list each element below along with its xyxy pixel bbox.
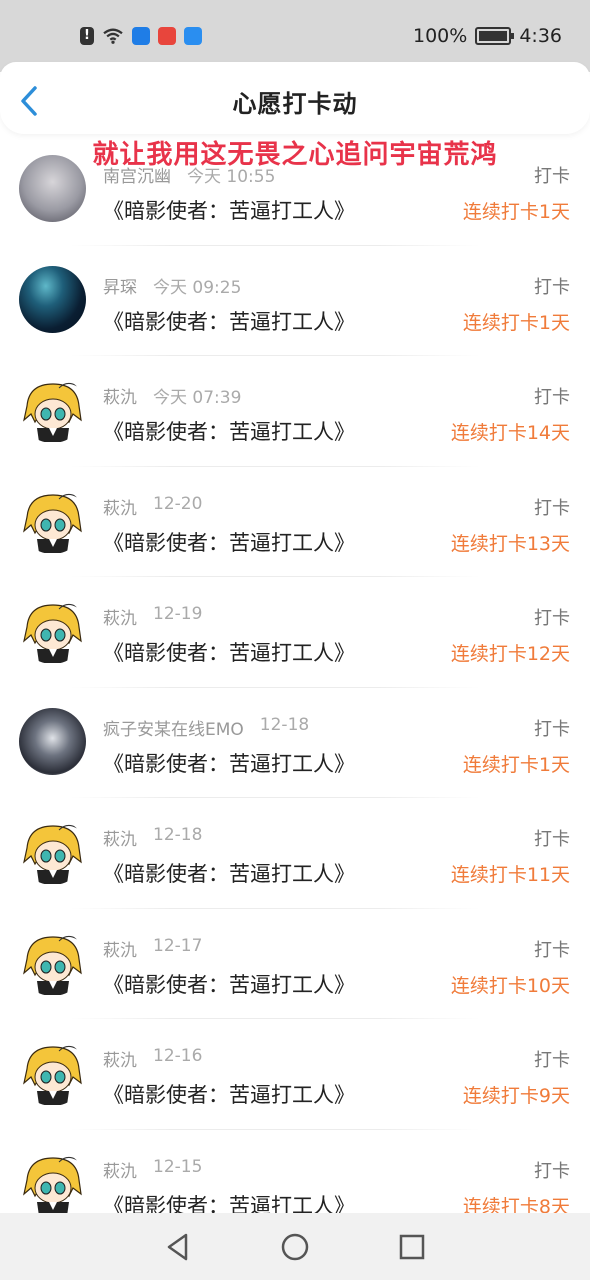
- checkin-action: 打卡: [534, 718, 570, 740]
- post-time: 12-19: [153, 604, 203, 624]
- user-name[interactable]: 萩氿: [103, 494, 137, 519]
- avatar[interactable]: [19, 265, 86, 333]
- user-name[interactable]: 萩氿: [103, 604, 137, 629]
- checkin-row[interactable]: 南宫沉幽 今天 10:55 《暗影使者：苦逼打工人》 打卡 连续打卡1天: [0, 135, 590, 246]
- status-right: 100% 4:36: [413, 25, 562, 47]
- user-name[interactable]: 萩氿: [103, 936, 137, 961]
- avatar[interactable]: [19, 1039, 86, 1106]
- weather-icon: [184, 27, 202, 45]
- checkin-action: 打卡: [534, 939, 570, 961]
- circle-home-icon[interactable]: [275, 1227, 315, 1267]
- clock: 4:36: [519, 25, 562, 47]
- checkin-row[interactable]: 萩氿 12-19 《暗影使者：苦逼打工人》 打卡 连续打卡12天: [0, 577, 590, 688]
- post-time: 12-20: [153, 493, 203, 514]
- checkin-action: 打卡: [534, 829, 570, 850]
- post-time: 今天 09:25: [153, 277, 242, 298]
- streak-badge: 连续打卡1天: [462, 753, 570, 776]
- avatar[interactable]: [19, 155, 86, 222]
- avatar[interactable]: [19, 486, 86, 554]
- checkin-content: 《暗影使者：苦逼打工人》: [103, 199, 355, 223]
- streak-badge: 连续打卡1天: [462, 311, 570, 334]
- avatar[interactable]: [19, 928, 86, 996]
- post-time: 12-18: [259, 714, 310, 735]
- post-time: 12-18: [153, 825, 203, 845]
- post-time: 今天 10:55: [187, 167, 276, 187]
- checkin-content: 《暗影使者：苦逼打工人》: [103, 530, 355, 555]
- user-name[interactable]: 疯子安某在线EMO: [103, 715, 244, 740]
- post-time: 12-16: [153, 1046, 203, 1066]
- user-name[interactable]: 萩氿: [103, 825, 137, 850]
- streak-badge: 连续打卡11天: [450, 864, 570, 886]
- checkin-row[interactable]: 疯子安某在线EMO 12-18 《暗影使者：苦逼打工人》 打卡 连续打卡1天: [0, 688, 590, 798]
- battery-icon: [475, 27, 515, 45]
- checkin-action: 打卡: [534, 1050, 570, 1071]
- streak-badge: 连续打卡12天: [450, 643, 570, 665]
- checkin-row[interactable]: 萩氿 12-18 《暗影使者：苦逼打工人》 打卡 连续打卡11天: [0, 798, 590, 909]
- avatar[interactable]: [19, 707, 86, 775]
- avatar[interactable]: [19, 1149, 86, 1217]
- streak-badge: 连续打卡10天: [450, 974, 570, 997]
- avatar[interactable]: [19, 376, 86, 443]
- post-time: 今天 07:39: [153, 388, 242, 408]
- header: 心愿打卡动: [0, 62, 590, 134]
- system-nav-bar: [0, 1213, 590, 1280]
- user-name[interactable]: 昇琛: [103, 273, 137, 298]
- user-name[interactable]: 萩氿: [103, 383, 137, 408]
- avatar[interactable]: [19, 818, 86, 885]
- checkin-action: 打卡: [534, 497, 570, 519]
- checkin-list: 南宫沉幽 今天 10:55 《暗影使者：苦逼打工人》 打卡 连续打卡1天 昇琛 …: [0, 135, 590, 1240]
- wifi-icon: [103, 28, 123, 44]
- streak-badge: 连续打卡1天: [462, 201, 570, 223]
- triangle-back-icon[interactable]: [158, 1227, 198, 1267]
- post-time: 12-17: [153, 935, 203, 956]
- checkin-content: 《暗影使者：苦逼打工人》: [103, 309, 355, 334]
- square-recents-icon[interactable]: [392, 1227, 432, 1267]
- app-notification-icon: [158, 27, 176, 45]
- checkin-row[interactable]: 萩氿 今天 07:39 《暗影使者：苦逼打工人》 打卡 连续打卡14天: [0, 356, 590, 467]
- checkin-action: 打卡: [534, 1160, 570, 1182]
- app-notification-icon: [132, 27, 150, 45]
- page-title: 心愿打卡动: [232, 90, 358, 118]
- checkin-content: 《暗影使者：苦逼打工人》: [103, 1083, 355, 1107]
- checkin-content: 《暗影使者：苦逼打工人》: [103, 420, 355, 444]
- checkin-action: 打卡: [534, 387, 570, 408]
- alert-icon: !: [80, 27, 94, 45]
- user-name[interactable]: 萩氿: [103, 1157, 137, 1182]
- checkin-row[interactable]: 昇琛 今天 09:25 《暗影使者：苦逼打工人》 打卡 连续打卡1天: [0, 246, 590, 356]
- streak-badge: 连续打卡13天: [450, 532, 570, 555]
- streak-badge: 连续打卡9天: [462, 1085, 570, 1107]
- checkin-content: 《暗影使者：苦逼打工人》: [103, 862, 355, 886]
- user-name[interactable]: 南宫沉幽: [103, 162, 171, 187]
- checkin-action: 打卡: [534, 276, 570, 298]
- checkin-row[interactable]: 萩氿 12-20 《暗影使者：苦逼打工人》 打卡 连续打卡13天: [0, 467, 590, 577]
- post-time: 12-15: [153, 1156, 203, 1177]
- checkin-row[interactable]: 萩氿 12-16 《暗影使者：苦逼打工人》 打卡 连续打卡9天: [0, 1019, 590, 1130]
- checkin-action: 打卡: [534, 608, 570, 629]
- checkin-row[interactable]: 萩氿 12-17 《暗影使者：苦逼打工人》 打卡 连续打卡10天: [0, 909, 590, 1019]
- checkin-action: 打卡: [534, 166, 570, 187]
- checkin-content: 《暗影使者：苦逼打工人》: [103, 972, 355, 997]
- status-icons: !: [80, 27, 202, 45]
- streak-badge: 连续打卡14天: [450, 422, 570, 444]
- avatar[interactable]: [19, 597, 86, 664]
- user-name[interactable]: 萩氿: [103, 1046, 137, 1071]
- battery-percent: 100%: [413, 25, 468, 47]
- checkin-content: 《暗影使者：苦逼打工人》: [103, 751, 355, 776]
- checkin-content: 《暗影使者：苦逼打工人》: [103, 641, 355, 665]
